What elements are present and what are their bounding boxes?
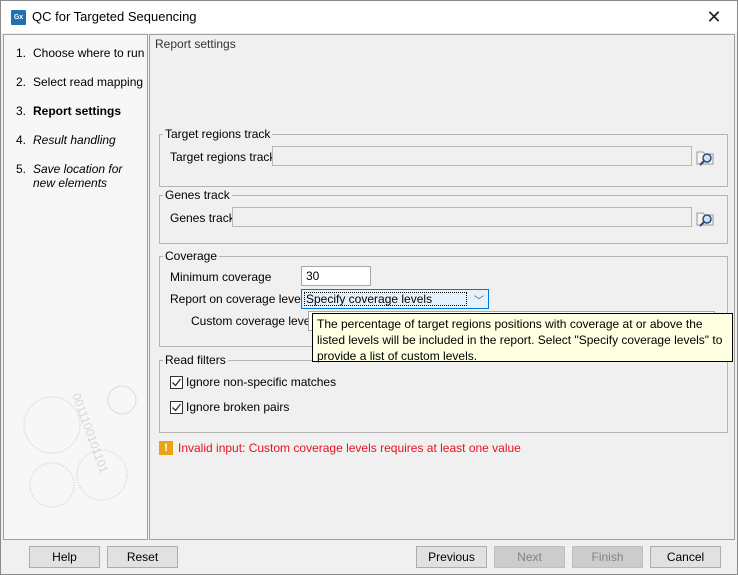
step-number: 4.	[16, 133, 27, 147]
cancel-button[interactable]: Cancel	[650, 546, 721, 568]
genes-track-field[interactable]	[232, 207, 692, 227]
target-regions-field[interactable]	[272, 146, 692, 166]
chevron-down-icon: ﹀	[474, 296, 484, 307]
step-save-location: 5. Save location for new elements	[16, 162, 145, 190]
custom-coverage-levels-label: Custom coverage levels	[191, 314, 320, 328]
validation-error: ! Invalid input: Custom coverage levels …	[159, 441, 521, 455]
title-bar: Gx QC for Targeted Sequencing ✕	[1, 1, 737, 33]
step-result-handling: 4. Result handling	[16, 133, 145, 147]
error-message: Invalid input: Custom coverage levels re…	[178, 441, 521, 455]
step-label: Choose where to run	[33, 46, 145, 60]
step-number: 2.	[16, 75, 27, 89]
warning-icon: !	[159, 441, 173, 455]
minimum-coverage-input[interactable]: 30	[301, 266, 371, 286]
section-title: Report settings	[155, 37, 236, 51]
genes-track-legend: Genes track	[165, 188, 230, 202]
window-title: QC for Targeted Sequencing	[32, 9, 197, 24]
read-filters-group: Read filters	[159, 353, 728, 433]
step-number: 5.	[16, 162, 27, 176]
coverage-legend: Coverage	[165, 249, 218, 263]
step-label: Save location for new elements	[33, 162, 123, 190]
dialog-window: Gx QC for Targeted Sequencing ✕ 1. Choos…	[0, 0, 738, 575]
checkbox-checked-icon	[170, 375, 183, 389]
close-icon: ✕	[706, 6, 722, 27]
browse-folder-search-icon[interactable]	[695, 147, 715, 167]
ignore-non-specific-matches-checkbox[interactable]: Ignore non-specific matches	[170, 375, 336, 389]
wizard-steps-sidebar: 1. Choose where to run 2. Select read ma…	[3, 34, 148, 540]
browse-folder-search-icon[interactable]	[695, 208, 715, 228]
step-choose-where-to-run: 1. Choose where to run	[16, 46, 145, 60]
report-coverage-levels-value: Specify coverage levels	[304, 292, 467, 306]
next-button[interactable]: Next	[494, 546, 565, 568]
coverage-levels-tooltip: The percentage of target regions positio…	[312, 313, 733, 363]
target-regions-label: Target regions track	[170, 150, 276, 164]
svg-text:0011100101101: 0011100101101	[69, 391, 111, 475]
step-report-settings: 3. Report settings	[16, 104, 145, 118]
reset-button[interactable]: Reset	[107, 546, 178, 568]
read-filters-legend: Read filters	[165, 353, 226, 367]
finish-button[interactable]: Finish	[572, 546, 643, 568]
checkbox-checked-icon	[170, 400, 183, 414]
ignore-broken-pairs-checkbox[interactable]: Ignore broken pairs	[170, 400, 289, 414]
help-button[interactable]: Help	[29, 546, 100, 568]
previous-button[interactable]: Previous	[416, 546, 487, 568]
step-label: Select read mapping	[33, 75, 144, 89]
target-regions-legend: Target regions track	[165, 127, 271, 141]
app-logo-icon: Gx	[11, 10, 26, 25]
step-number: 3.	[16, 104, 27, 118]
minimum-coverage-label: Minimum coverage	[170, 270, 272, 284]
step-select-read-mapping: 2. Select read mapping	[16, 75, 145, 89]
step-label: Report settings	[33, 104, 122, 118]
step-number: 1.	[16, 46, 27, 60]
binary-spiral-watermark-icon: 0011100101101	[23, 385, 137, 508]
step-label: Result handling	[33, 133, 116, 147]
report-coverage-levels-dropdown[interactable]: Specify coverage levels ﹀	[301, 289, 489, 309]
checkbox-label: Ignore broken pairs	[186, 400, 290, 414]
genes-track-label: Genes track	[170, 211, 235, 225]
report-settings-panel: Report settings Target regions track Tar…	[149, 34, 735, 540]
close-button[interactable]: ✕	[691, 1, 737, 33]
report-coverage-levels-label: Report on coverage levels	[170, 292, 310, 306]
checkbox-label: Ignore non-specific matches	[186, 375, 337, 389]
